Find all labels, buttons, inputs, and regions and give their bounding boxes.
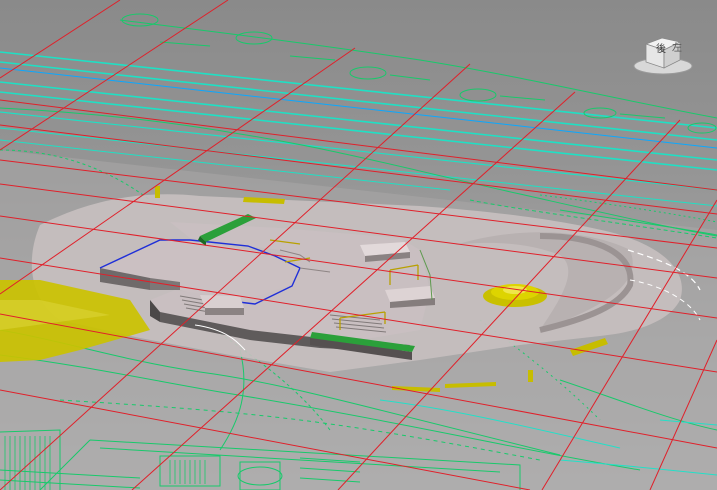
3d-viewport[interactable]: 後 左	[0, 0, 717, 490]
3d-scene[interactable]	[0, 0, 717, 490]
viewcube-icon[interactable]	[632, 30, 694, 78]
viewcube[interactable]: 後 左	[632, 30, 694, 78]
